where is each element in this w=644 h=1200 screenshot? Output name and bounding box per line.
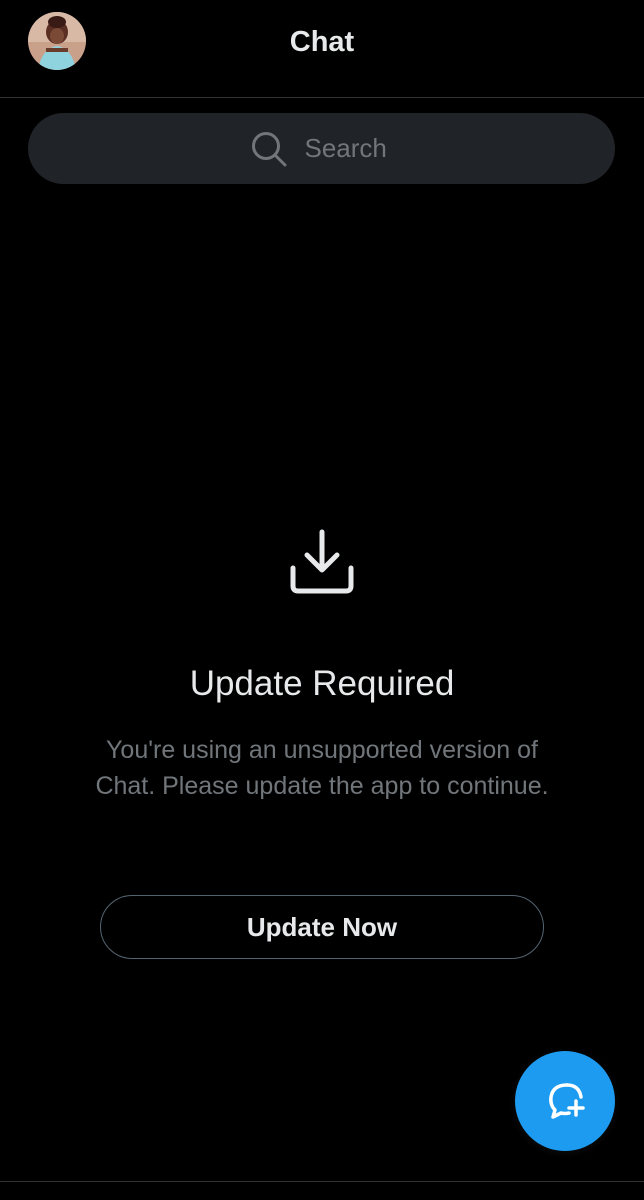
page-title: Chat [289,26,355,58]
search-input[interactable] [304,133,395,164]
new-message-button[interactable] [515,1051,615,1151]
search-icon [249,129,289,169]
top-bar: Chat [0,0,644,98]
update-description: You're using an unsupported version of C… [95,736,549,800]
download-icon [287,528,357,598]
update-now-button[interactable]: Update Now [100,895,544,959]
bottom-divider [0,1181,644,1182]
update-heading: Update Required [189,664,455,703]
new-message-icon [543,1077,587,1126]
search-bar[interactable] [28,113,615,184]
